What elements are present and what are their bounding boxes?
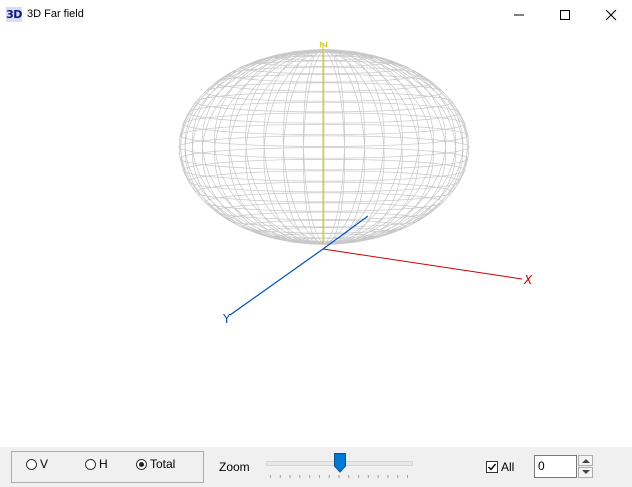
radio-total[interactable]: Total [136, 457, 175, 471]
z-axis-label: Z [319, 41, 330, 48]
zoom-slider[interactable] [264, 452, 414, 482]
x-axis-label: X [523, 273, 533, 287]
radio-total-indicator[interactable] [136, 458, 147, 470]
maximize-icon [560, 10, 570, 20]
spinner-input[interactable]: 0 [534, 455, 577, 478]
spinner-buttons [578, 455, 593, 478]
zoom-label: Zoom [219, 460, 250, 474]
all-checkbox[interactable]: All [486, 460, 514, 474]
radio-h-indicator[interactable] [85, 458, 96, 470]
far-field-plot[interactable]: Z X Y [0, 29, 632, 447]
spinner-up-button[interactable] [578, 455, 593, 466]
arrow-up-icon [582, 459, 590, 463]
radio-total-label: Total [150, 457, 176, 471]
radiation-pattern-mesh [178, 49, 470, 245]
minimize-button[interactable] [496, 0, 542, 29]
mesh-wireframe [178, 49, 470, 245]
window-title: 3D Far field [27, 8, 84, 20]
checkmark-icon [488, 463, 497, 471]
title-bar[interactable]: 3D 3D Far field [0, 0, 632, 29]
zoom-slider-ticks [270, 475, 408, 478]
radio-v-label: V [40, 457, 49, 471]
radio-v[interactable]: V [26, 457, 48, 471]
close-icon [605, 9, 617, 21]
y-axis-label: Y [222, 312, 231, 326]
minimize-icon [514, 14, 524, 16]
control-bar: V H Total Zoom All 0 [0, 447, 632, 487]
spinner-down-button[interactable] [578, 467, 593, 478]
close-button[interactable] [588, 0, 632, 29]
y-axis [229, 248, 324, 316]
radio-h-label: H [99, 457, 108, 471]
radio-h[interactable]: H [85, 457, 108, 471]
x-axis [322, 248, 523, 280]
radio-v-indicator[interactable] [26, 458, 37, 470]
app-icon: 3D [6, 7, 22, 22]
3d-plot-area[interactable]: Z X Y [0, 29, 632, 447]
arrow-down-icon [582, 470, 590, 474]
all-checkbox-label: All [501, 460, 515, 474]
zoom-slider-thumb[interactable] [334, 453, 346, 473]
maximize-button[interactable] [542, 0, 588, 29]
all-checkbox-box[interactable] [486, 461, 498, 473]
far-field-window: 3D 3D Far field Z X Y V H Total Zoom All… [0, 0, 632, 487]
